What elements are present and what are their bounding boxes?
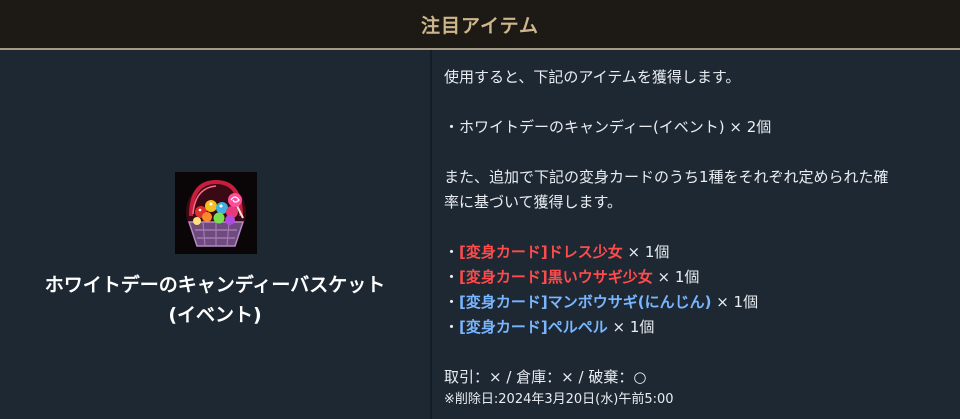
- extra-line-2: 率に基づいて獲得します。: [444, 193, 623, 211]
- item-summary: ホワイトデーのキャンディーバスケット (イベント): [0, 50, 430, 419]
- bullet: ・: [444, 318, 460, 336]
- extra-line-1: また、追加で下記の変身カードのうち1種をそれぞれ定められた確: [444, 168, 889, 186]
- card-quantity: × 1個: [652, 268, 700, 286]
- card-quantity: × 1個: [711, 293, 759, 311]
- item-description: 使用すると、下記のアイテムを獲得します。 ・ホワイトデーのキャンディー(イベント…: [432, 50, 960, 419]
- bullet: ・: [444, 243, 460, 261]
- deletion-date: ※削除日:2024年3月20日(水)午前5:00: [444, 392, 674, 407]
- card-quantity: × 1個: [622, 243, 670, 261]
- item-name-line1: ホワイトデーのキャンディーバスケット: [44, 274, 386, 296]
- card-name: [変身カード]黒いウサギ少女: [459, 268, 653, 286]
- bullet: ・: [444, 293, 460, 311]
- item-panel: 注目アイテム ホワイトデーのキャンディーバスケット (イベント) 使用すると、下…: [0, 0, 960, 419]
- card-name: [変身カード]ペルペル: [459, 318, 608, 336]
- item-name-line2: (イベント): [168, 304, 262, 326]
- section-header: 注目アイテム: [0, 0, 960, 50]
- candy-basket-icon: [175, 172, 257, 254]
- card-list-item: ・[変身カード]黒いウサギ少女 × 1個: [444, 265, 960, 290]
- item-name: ホワイトデーのキャンディーバスケット (イベント): [0, 270, 430, 330]
- reward-line: ・ホワイトデーのキャンディー(イベント) × 2個: [444, 118, 772, 136]
- card-list-item: ・[変身カード]マンボウサギ(にんじん) × 1個: [444, 290, 960, 315]
- card-list-item: ・[変身カード]ペルペル × 1個: [444, 315, 960, 340]
- card-name: [変身カード]マンボウサギ(にんじん): [459, 293, 712, 311]
- trade-restrictions: 取引：× / 倉庫：× / 破棄：○: [444, 368, 647, 386]
- card-quantity: × 1個: [607, 318, 655, 336]
- bullet: ・: [444, 268, 460, 286]
- section-title: 注目アイテム: [420, 14, 540, 37]
- card-name: [変身カード]ドレス少女: [459, 243, 623, 261]
- card-list-item: ・[変身カード]ドレス少女 × 1個: [444, 240, 960, 265]
- description-intro: 使用すると、下記のアイテムを獲得します。: [444, 68, 741, 86]
